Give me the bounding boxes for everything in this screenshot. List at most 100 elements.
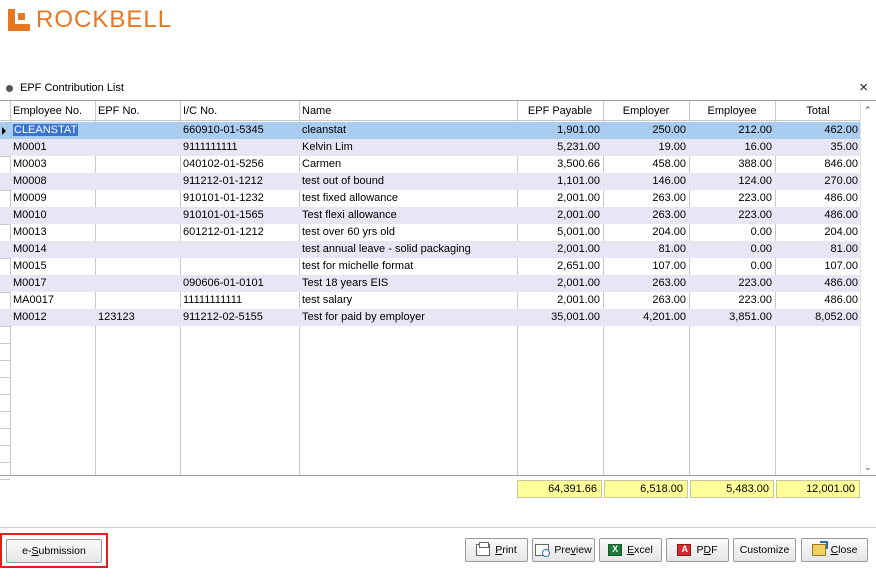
- table-row[interactable]: M0001 9111111111 Kelvin Lim 5,231.00 19.00 16…: [0, 139, 860, 156]
- print-button[interactable]: Print: [465, 538, 528, 562]
- cell-employer[interactable]: 4,201.00: [603, 309, 689, 326]
- cell-emp-no[interactable]: M0008: [10, 173, 95, 190]
- pdf-button[interactable]: PDF: [666, 538, 729, 562]
- cell-name[interactable]: test over 60 yrs old: [299, 224, 517, 241]
- cell-epf-no[interactable]: [95, 156, 180, 173]
- cell-epf-payable[interactable]: 1,901.00: [517, 122, 603, 139]
- cell-employer[interactable]: 146.00: [603, 173, 689, 190]
- preview-button[interactable]: Pre v iew: [532, 538, 595, 562]
- epf-contribution-grid[interactable]: Employee No. EPF No. I/C No. Name EPF Payabl…: [0, 100, 876, 480]
- cell-total[interactable]: 270.00: [775, 173, 861, 190]
- cell-epf-no[interactable]: [95, 139, 180, 156]
- cell-epf-payable[interactable]: 2,001.00: [517, 241, 603, 258]
- column-header-epf-no[interactable]: EPF No.: [95, 101, 180, 121]
- table-row[interactable]: M0009 910101-01-1232 test fixed allowance 2…: [0, 190, 860, 207]
- table-row[interactable]: M0010 910101-01-1565 Test flexi allowance 2…: [0, 207, 860, 224]
- cell-total[interactable]: 35.00: [775, 139, 861, 156]
- cell-emp-no[interactable]: M0012: [10, 309, 95, 326]
- cell-emp-no[interactable]: M0017: [10, 275, 95, 292]
- cell-employee[interactable]: 212.00: [689, 122, 775, 139]
- cell-employer[interactable]: 263.00: [603, 207, 689, 224]
- cell-emp-no[interactable]: M0014: [10, 241, 95, 258]
- table-row[interactable]: M0014 test annual leave - solid packaging…: [0, 241, 860, 258]
- cell-ic-no[interactable]: 910101-01-1565: [180, 207, 299, 224]
- cell-total[interactable]: 486.00: [775, 292, 861, 309]
- cell-employee[interactable]: 124.00: [689, 173, 775, 190]
- cell-epf-payable[interactable]: 2,001.00: [517, 275, 603, 292]
- cell-total[interactable]: 486.00: [775, 275, 861, 292]
- cell-employer[interactable]: 263.00: [603, 292, 689, 309]
- cell-name[interactable]: Test flexi allowance: [299, 207, 517, 224]
- cell-total[interactable]: 486.00: [775, 190, 861, 207]
- cell-emp-no[interactable]: M0009: [10, 190, 95, 207]
- cell-total[interactable]: 462.00: [775, 122, 861, 139]
- cell-employee[interactable]: 3,851.00: [689, 309, 775, 326]
- cell-employer[interactable]: 81.00: [603, 241, 689, 258]
- table-row[interactable]: MA0017 11111111111 test salary 2,001.00 263.…: [0, 292, 860, 309]
- cell-emp-no[interactable]: M0013: [10, 224, 95, 241]
- vertical-scrollbar[interactable]: ⌃ ⌄: [860, 101, 876, 475]
- cell-employer[interactable]: 107.00: [603, 258, 689, 275]
- table-row[interactable]: M0013 601212-01-1212 test over 60 yrs old 5…: [0, 224, 860, 241]
- cell-employer[interactable]: 263.00: [603, 190, 689, 207]
- cell-epf-payable[interactable]: 2,001.00: [517, 190, 603, 207]
- cell-ic-no[interactable]: 601212-01-1212: [180, 224, 299, 241]
- cell-epf-no[interactable]: [95, 224, 180, 241]
- cell-name[interactable]: test annual leave - solid packaging: [299, 241, 517, 258]
- cell-total[interactable]: 846.00: [775, 156, 861, 173]
- table-row[interactable]: M0015 test for michelle format 2,651.00 107…: [0, 258, 860, 275]
- cell-epf-no[interactable]: [95, 207, 180, 224]
- cell-ic-no[interactable]: 910101-01-1232: [180, 190, 299, 207]
- cell-ic-no[interactable]: 090606-01-0101: [180, 275, 299, 292]
- cell-total[interactable]: 8,052.00: [775, 309, 861, 326]
- cell-name[interactable]: test out of bound: [299, 173, 517, 190]
- cell-name[interactable]: test salary: [299, 292, 517, 309]
- cell-name[interactable]: Carmen: [299, 156, 517, 173]
- cell-employee[interactable]: 16.00: [689, 139, 775, 156]
- cell-epf-no[interactable]: [95, 275, 180, 292]
- cell-epf-no[interactable]: [95, 292, 180, 309]
- cell-epf-payable[interactable]: 35,001.00: [517, 309, 603, 326]
- cell-ic-no[interactable]: 11111111111: [180, 292, 299, 309]
- cell-epf-payable[interactable]: 5,001.00: [517, 224, 603, 241]
- cell-name[interactable]: test for michelle format: [299, 258, 517, 275]
- scroll-down-icon[interactable]: ⌄: [864, 462, 872, 473]
- cell-epf-no[interactable]: 123123: [95, 309, 180, 326]
- cell-total[interactable]: 486.00: [775, 207, 861, 224]
- cell-emp-no[interactable]: M0003: [10, 156, 95, 173]
- column-header-employer[interactable]: Employer: [603, 101, 689, 121]
- cell-ic-no[interactable]: 660910-01-5345: [180, 122, 299, 139]
- cell-employee[interactable]: 0.00: [689, 241, 775, 258]
- cell-total[interactable]: 81.00: [775, 241, 861, 258]
- cell-epf-payable[interactable]: 5,231.00: [517, 139, 603, 156]
- column-header-total[interactable]: Total: [775, 101, 861, 121]
- cell-name[interactable]: Kelvin Lim: [299, 139, 517, 156]
- cell-ic-no[interactable]: [180, 258, 299, 275]
- cell-ic-no[interactable]: 911212-01-1212: [180, 173, 299, 190]
- cell-employee[interactable]: 223.00: [689, 190, 775, 207]
- cell-epf-no[interactable]: [95, 122, 180, 139]
- column-header-name[interactable]: Name: [299, 101, 517, 121]
- cell-name[interactable]: cleanstat: [299, 122, 517, 139]
- table-row[interactable]: M0008 911212-01-1212 test out of bound 1,10…: [0, 173, 860, 190]
- cell-epf-payable[interactable]: 3,500.66: [517, 156, 603, 173]
- table-row[interactable]: M0012 123123 911212-02-5155 Test for paid b…: [0, 309, 860, 326]
- cell-employer[interactable]: 204.00: [603, 224, 689, 241]
- cell-epf-no[interactable]: [95, 190, 180, 207]
- column-header-ic-no[interactable]: I/C No.: [180, 101, 299, 121]
- cell-ic-no[interactable]: [180, 241, 299, 258]
- cell-name[interactable]: test fixed allowance: [299, 190, 517, 207]
- cell-employer[interactable]: 263.00: [603, 275, 689, 292]
- scroll-up-icon[interactable]: ⌃: [864, 105, 872, 116]
- cell-epf-payable[interactable]: 2,651.00: [517, 258, 603, 275]
- close-panel-icon[interactable]: ×: [859, 80, 868, 95]
- cell-epf-payable[interactable]: 1,101.00: [517, 173, 603, 190]
- table-row[interactable]: M0017 090606-01-0101 Test 18 years EIS 2,00…: [0, 275, 860, 292]
- cell-epf-no[interactable]: [95, 241, 180, 258]
- cell-emp-no[interactable]: M0001: [10, 139, 95, 156]
- cell-employee[interactable]: 388.00: [689, 156, 775, 173]
- column-header-epf-payable[interactable]: EPF Payable: [517, 101, 603, 121]
- cell-employer[interactable]: 250.00: [603, 122, 689, 139]
- cell-employee[interactable]: 223.00: [689, 207, 775, 224]
- column-header-emp-no[interactable]: Employee No.: [10, 101, 95, 121]
